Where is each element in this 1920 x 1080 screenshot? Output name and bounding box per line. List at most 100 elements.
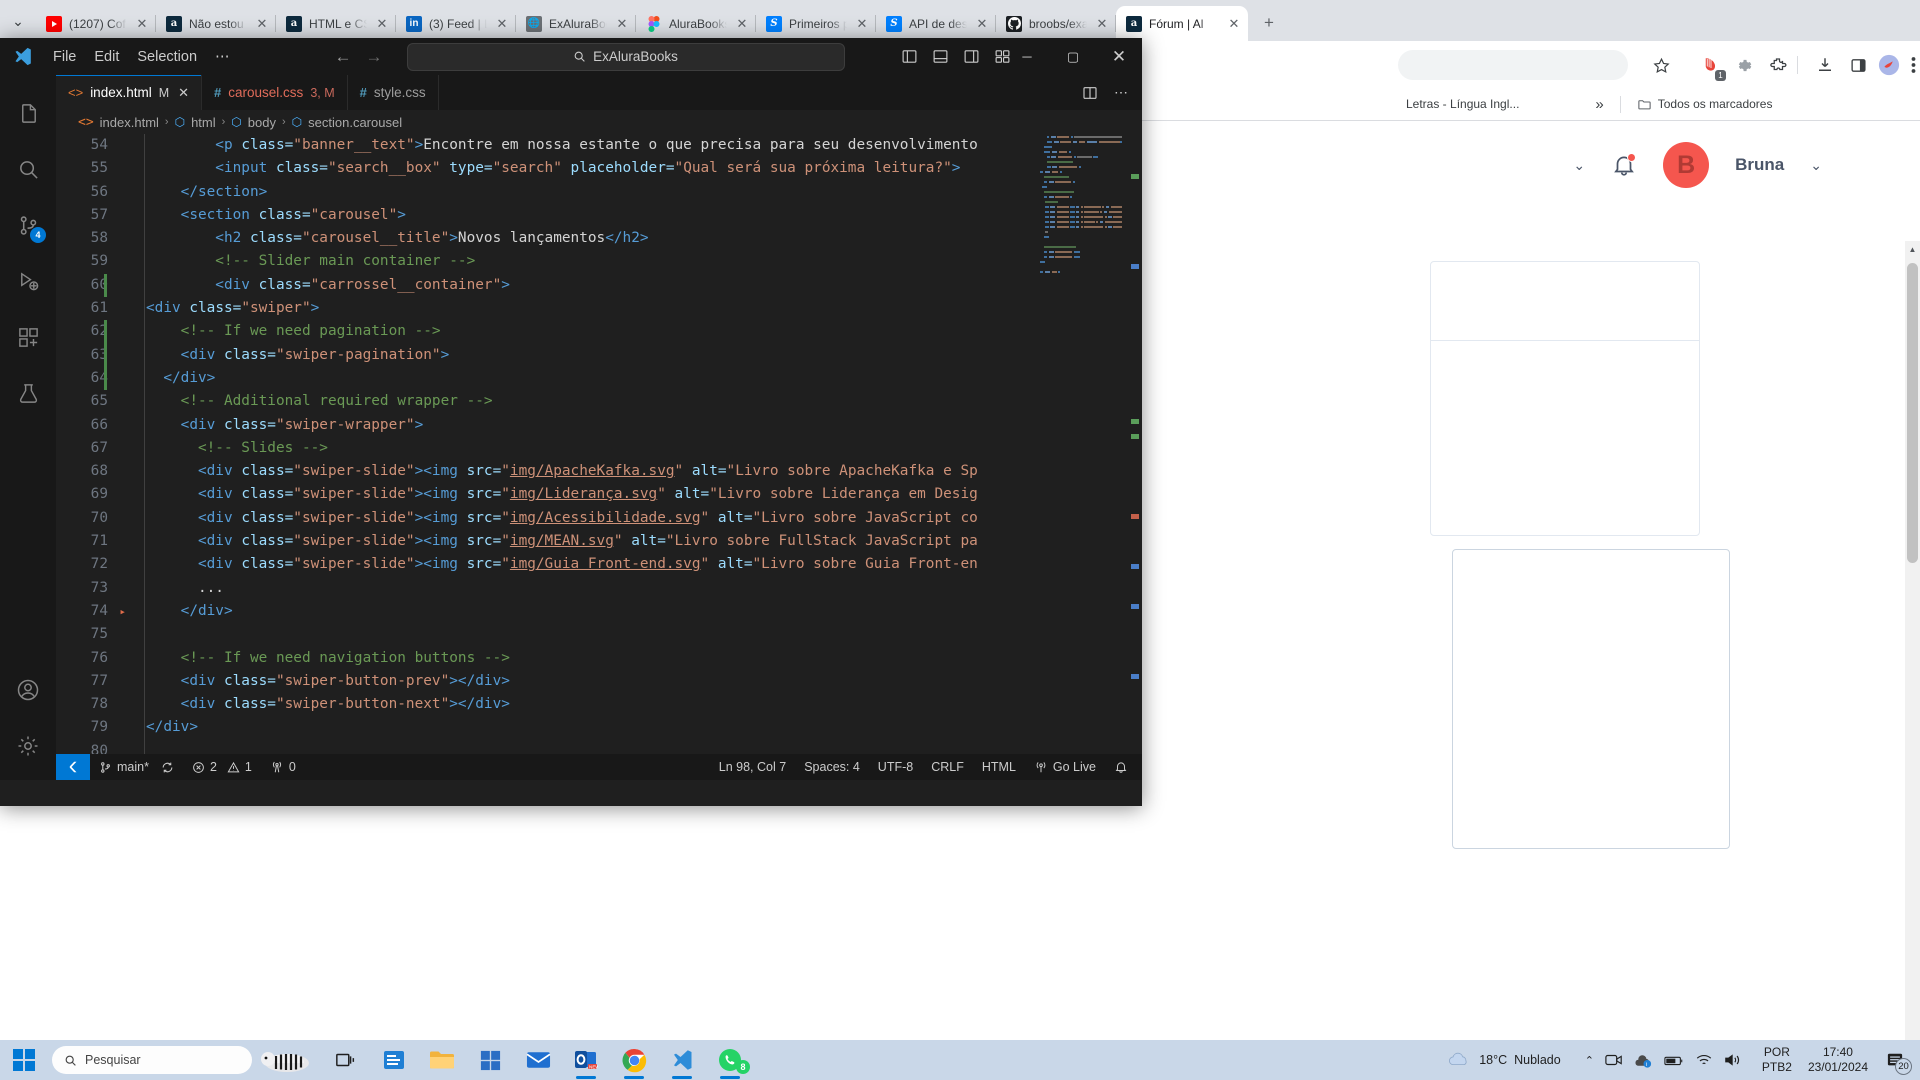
editor-minimap[interactable] (1036, 134, 1128, 780)
code-line[interactable]: 77 <div class="swiper-button-prev"></div… (56, 669, 1142, 694)
code-line[interactable]: 67 <!-- Slides --> (56, 436, 1142, 461)
bookmarks-overflow-button[interactable]: » (1587, 92, 1611, 116)
code-line[interactable]: 60 <div class="carrossel__container"> (56, 273, 1142, 298)
activitybar-source-control[interactable]: 4 (0, 197, 56, 253)
close-icon[interactable]: ✕ (178, 85, 189, 101)
browser-tab-linkedin[interactable]: in (3) Feed | L ✕ (396, 6, 516, 41)
taskbar-app-blue[interactable] (370, 1040, 418, 1080)
activitybar-search[interactable] (0, 141, 56, 197)
code-line[interactable]: 65 <!-- Additional required wrapper --> (56, 390, 1142, 414)
volume-icon[interactable] (1724, 1053, 1742, 1067)
browser-tab-exalurabooks[interactable]: 🌐 ExAluraBoo ✕ (516, 6, 636, 41)
code-line[interactable]: 68 <div class="swiper-slide"><img src="i… (56, 460, 1142, 484)
browser-tab-swiper-2[interactable]: S API de des ✕ (876, 6, 996, 41)
taskbar-chrome[interactable] (610, 1040, 658, 1080)
close-icon[interactable]: ✕ (254, 16, 270, 32)
start-button[interactable] (0, 1040, 48, 1080)
taskbar-task-view[interactable] (322, 1040, 370, 1080)
activitybar-testing[interactable] (0, 365, 56, 421)
close-icon[interactable]: ✕ (1094, 16, 1110, 32)
taskbar-microsoft-store[interactable] (466, 1040, 514, 1080)
close-icon[interactable]: ✕ (734, 16, 750, 32)
tray-overflow-chevron-up-icon[interactable]: ⌃ (1585, 1054, 1594, 1067)
close-icon[interactable]: ✕ (614, 16, 630, 32)
address-bar[interactable] (1398, 50, 1628, 80)
statusbar-go-live[interactable]: Go Live (1025, 754, 1105, 780)
browser-tab-figma[interactable]: AluraBooks ✕ (636, 6, 756, 41)
code-line[interactable]: 64 </div> (56, 366, 1142, 391)
close-icon[interactable]: ✕ (1226, 16, 1242, 32)
taskbar-whatsapp[interactable]: 8 (706, 1040, 754, 1080)
bookmark-item-letras[interactable]: Letras - Língua Ingl... (1398, 92, 1527, 116)
tray-language[interactable]: POR PTB2 (1756, 1045, 1798, 1075)
remote-window-icon[interactable] (56, 754, 90, 780)
extension-badge-icon[interactable]: 1 (1698, 52, 1726, 81)
split-editor-icon[interactable] (1082, 85, 1098, 101)
code-line[interactable]: 78 <div class="swiper-button-next"></div… (56, 693, 1142, 717)
close-icon[interactable]: ✕ (134, 16, 150, 32)
scrollbar-thumb[interactable] (1907, 263, 1918, 563)
side-panel-icon[interactable] (1845, 52, 1871, 78)
gear-icon[interactable] (1730, 52, 1756, 78)
code-line[interactable]: 66 <div class="swiper-wrapper"> (56, 413, 1142, 437)
code-line[interactable]: 57 <section class="carousel"> (56, 203, 1142, 228)
more-actions-icon[interactable]: ⋯ (1114, 84, 1128, 101)
browser-tab-swiper-1[interactable]: S Primeiros p ✕ (756, 6, 876, 41)
activitybar-explorer[interactable] (0, 85, 56, 141)
statusbar-encoding[interactable]: UTF-8 (869, 754, 922, 780)
forward-arrow-icon[interactable]: → (366, 47, 383, 67)
activitybar-extensions[interactable] (0, 309, 56, 365)
editor-tab-carousel-css[interactable]: # carousel.css 3, M (202, 75, 348, 110)
menu-more[interactable]: ⋯ (206, 45, 239, 69)
maximize-button[interactable]: ▢ (1050, 38, 1096, 75)
taskbar-vscode[interactable] (658, 1040, 706, 1080)
statusbar-cursor-position[interactable]: Ln 98, Col 7 (710, 754, 795, 780)
breadcrumb-item-file[interactable]: index.html (100, 115, 159, 130)
forum-answer-textarea[interactable] (1452, 549, 1730, 849)
code-line[interactable]: 59 <!-- Slider main container --> (56, 250, 1142, 274)
toggle-secondary-sidebar-icon[interactable] (963, 48, 980, 65)
tray-notification-center[interactable]: 20 (1878, 1043, 1912, 1077)
browser-tab-alura-2[interactable]: a HTML e CS ✕ (276, 6, 396, 41)
code-line[interactable]: 69 <div class="swiper-slide"><img src="i… (56, 483, 1142, 507)
breadcrumb-item-section[interactable]: section.carousel (308, 115, 402, 130)
notifications-bell-icon[interactable] (1611, 152, 1637, 178)
code-line[interactable]: 76 <!-- If we need navigation buttons --… (56, 646, 1142, 670)
new-tab-button[interactable]: + (1254, 8, 1284, 38)
bookmark-star-icon[interactable] (1648, 52, 1674, 78)
code-line[interactable]: 73 ... (56, 576, 1142, 600)
meet-camera-icon[interactable] (1605, 1053, 1623, 1067)
code-line[interactable]: 71 <div class="swiper-slide"><img src="i… (56, 530, 1142, 554)
activitybar-run-debug[interactable] (0, 253, 56, 309)
profile-avatar-icon[interactable] (1876, 52, 1902, 78)
taskbar-mail[interactable] (514, 1040, 562, 1080)
toggle-primary-sidebar-icon[interactable] (901, 48, 918, 65)
toggle-panel-icon[interactable] (932, 48, 949, 65)
breadcrumb-item-html[interactable]: html (191, 115, 216, 130)
statusbar-notifications[interactable] (1105, 754, 1142, 780)
browser-tab-github[interactable]: broobs/exa ✕ (996, 6, 1116, 41)
tray-clock[interactable]: 17:40 23/01/2024 (1802, 1045, 1874, 1075)
close-icon[interactable]: ✕ (974, 16, 990, 32)
code-line[interactable]: 74 ▸ </div> (56, 599, 1142, 624)
code-line[interactable]: 61 <div class="swiper"> (56, 297, 1142, 321)
browser-tab-forum-alura[interactable]: a Fórum | Al ✕ (1116, 6, 1248, 41)
code-line[interactable]: 58 <h2 class="carousel__title">Novos lan… (56, 227, 1142, 251)
code-line[interactable]: 62 <!-- If we need pagination --> (56, 320, 1142, 344)
taskbar-outlook[interactable]: NEW (562, 1040, 610, 1080)
statusbar-language-mode[interactable]: HTML (973, 754, 1025, 780)
close-icon[interactable]: ✕ (854, 16, 870, 32)
battery-icon[interactable] (1664, 1054, 1684, 1067)
taskbar-app-copilot[interactable] (252, 1040, 322, 1080)
statusbar-ports[interactable]: 0 (261, 754, 305, 780)
statusbar-branch[interactable]: main* (90, 754, 183, 780)
nav-chevron-down-icon[interactable]: ⌄ (1573, 157, 1585, 174)
quick-input-search[interactable]: ExAluraBooks (406, 42, 845, 71)
menu-edit[interactable]: Edit (85, 45, 128, 69)
back-arrow-icon[interactable]: ← (335, 47, 352, 67)
taskbar-search-box[interactable]: Pesquisar (52, 1046, 252, 1074)
onedrive-icon[interactable]: i (1634, 1053, 1653, 1068)
minimize-button[interactable]: ─ (1004, 38, 1050, 75)
scroll-up-icon[interactable]: ▲ (1905, 241, 1920, 258)
activitybar-settings[interactable] (0, 718, 56, 774)
